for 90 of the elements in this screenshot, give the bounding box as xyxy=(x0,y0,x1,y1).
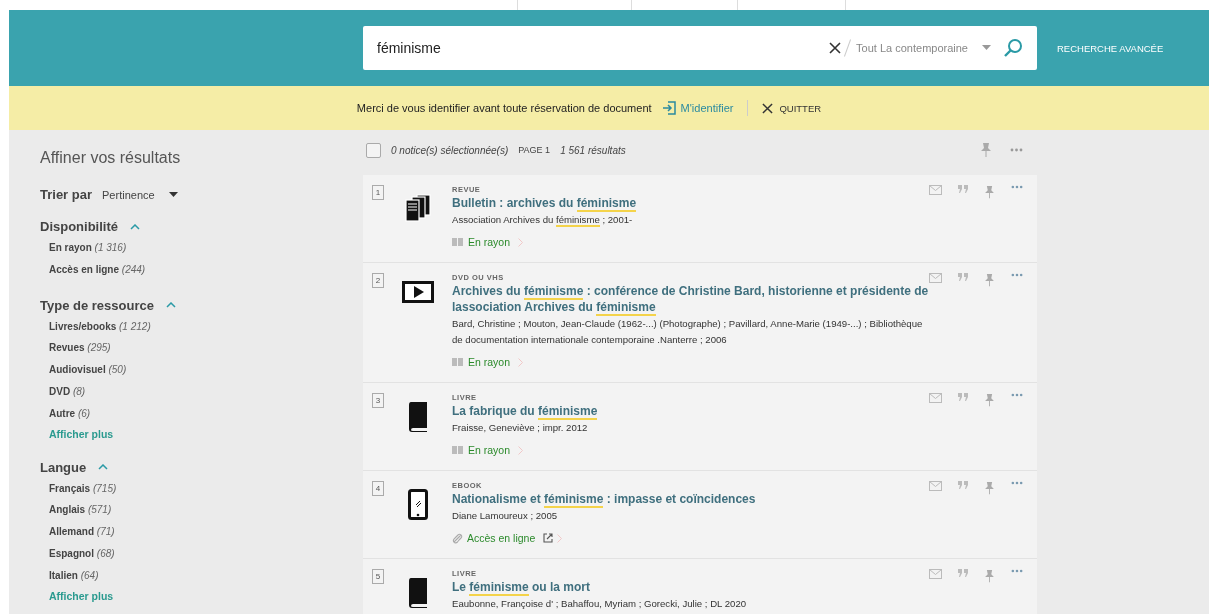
facet-item[interactable]: Italien (64) xyxy=(49,564,99,587)
facet-item[interactable]: Accès en ligne (244) xyxy=(49,258,146,281)
result-title[interactable]: La fabrique du féminisme xyxy=(452,403,929,419)
quote-icon[interactable] xyxy=(958,185,968,193)
sort-dropdown[interactable]: Pertinence xyxy=(102,188,178,201)
facet-item[interactable]: Anglais (571) xyxy=(49,499,112,522)
open-book-icon xyxy=(452,357,464,367)
sidebar-title: Affiner vos résultats xyxy=(40,149,182,167)
result-title[interactable]: Bulletin : archives du féminisme xyxy=(452,195,929,211)
selection-count: 0 notice(s) sélectionnée(s) xyxy=(391,144,509,156)
sort-label: Trier par xyxy=(40,187,93,202)
link-icon xyxy=(452,532,463,544)
result-details: Diane Lamoureux ; 2005 xyxy=(452,509,559,523)
result-number: 2 xyxy=(372,273,384,288)
external-link-icon xyxy=(543,533,554,543)
result-details: Association Archives du féminisme ; 2001- xyxy=(452,213,634,228)
result-details: Eaubonne, Françoise d' ; Bahaffou, Myriam ; Gorecki, Julie ; DL 2020 xyxy=(452,597,748,611)
mail-icon[interactable] xyxy=(929,393,942,403)
quit-link[interactable]: QUITTER xyxy=(762,102,822,114)
result-number: 4 xyxy=(372,481,384,496)
facet-item[interactable]: Espagnol (68) xyxy=(49,542,115,565)
login-icon xyxy=(661,101,676,115)
availability-link[interactable]: Accès en ligne xyxy=(467,532,536,544)
facet-item[interactable]: Audiovisuel (50) xyxy=(49,359,127,381)
more-icon[interactable] xyxy=(1011,481,1023,485)
quote-icon[interactable] xyxy=(958,481,968,489)
result-number: 1 xyxy=(372,185,384,200)
mail-icon[interactable] xyxy=(929,569,942,579)
mail-icon[interactable] xyxy=(929,481,942,491)
chevron-icon xyxy=(130,223,140,230)
mail-icon[interactable] xyxy=(929,273,942,283)
close-icon xyxy=(762,102,774,114)
mail-icon[interactable] xyxy=(929,185,942,195)
facet-header[interactable]: Disponibilité xyxy=(40,219,140,234)
search-icon[interactable] xyxy=(1003,38,1023,58)
pin-icon[interactable] xyxy=(984,273,995,287)
facet-item[interactable]: Autre (6) xyxy=(49,402,91,425)
result-details: Fraisse, Geneviève ; impr. 2012 xyxy=(452,421,589,435)
search-field[interactable]: féminisme xyxy=(377,40,830,56)
quote-icon[interactable] xyxy=(958,393,968,401)
availability-link[interactable]: En rayon xyxy=(468,356,511,368)
more-icon[interactable] xyxy=(1010,148,1023,152)
pin-icon[interactable] xyxy=(984,393,995,407)
more-icon[interactable] xyxy=(1011,273,1023,277)
quote-icon[interactable] xyxy=(958,273,968,281)
open-book-icon xyxy=(452,237,464,247)
chevron-icon xyxy=(165,302,176,309)
facet-item[interactable]: En rayon (1 316) xyxy=(49,237,127,259)
page-label: PAGE 1 xyxy=(518,145,551,155)
chevron-right-icon xyxy=(518,237,524,247)
caret-icon xyxy=(982,45,991,51)
select-all-checkbox[interactable] xyxy=(366,142,381,158)
result-title[interactable]: Le féminisme ou la mort xyxy=(452,579,929,595)
book-icon xyxy=(408,577,428,608)
availability-link[interactable]: En rayon xyxy=(468,444,511,456)
chevron-right-icon xyxy=(518,357,524,367)
open-book-icon xyxy=(452,445,464,455)
facet-item[interactable]: DVD (8) xyxy=(49,381,86,403)
clear-icon[interactable] xyxy=(829,42,842,54)
facet-header[interactable]: Type de ressource xyxy=(40,297,176,313)
more-icon[interactable] xyxy=(1011,185,1023,189)
pin-icon[interactable] xyxy=(984,569,995,583)
book-icon xyxy=(408,401,428,432)
facet-item[interactable]: Français (715) xyxy=(49,477,117,500)
magazines-icon xyxy=(403,193,433,223)
more-icon[interactable] xyxy=(1011,393,1023,397)
caret-icon xyxy=(168,191,178,198)
facet-item[interactable]: Revues (295) xyxy=(49,337,111,360)
facet-item[interactable]: Allemand (71) xyxy=(49,521,115,543)
availability-link[interactable]: En rayon xyxy=(468,236,511,248)
facet-header[interactable]: Langue xyxy=(40,459,109,475)
result-number: 3 xyxy=(372,393,384,408)
pin-icon[interactable] xyxy=(984,185,995,199)
facet-item[interactable]: Livres/ebooks (1 212) xyxy=(49,315,151,338)
result-details: Bard, Christine ; Mouton, Jean-Claude (1962-...) (Photographe) ; Pavillard, Anne-Marie (1949-...) ; Bibliothèque de documentation internationale contemporaine .Nanterre ; 2006 xyxy=(452,317,924,347)
result-number: 5 xyxy=(372,569,384,584)
chevron-right-icon xyxy=(518,445,524,455)
tablet-icon xyxy=(408,489,428,520)
pin-icon[interactable] xyxy=(980,142,992,158)
chevron-icon xyxy=(98,464,109,471)
scope-dropdown[interactable]: Tout La contemporaine xyxy=(856,42,991,54)
more-icon[interactable] xyxy=(1011,569,1023,573)
quote-icon[interactable] xyxy=(958,569,968,577)
results-count: 1 561 résultats xyxy=(560,144,626,156)
play-icon xyxy=(402,281,434,303)
result-title[interactable]: Archives du féminisme : conférence de Christine Bard, historienne et présidente de lassociation Archives du féminisme xyxy=(452,283,929,315)
chevron-right-icon xyxy=(557,533,563,543)
pin-icon[interactable] xyxy=(984,481,995,495)
login-message: Merci de vous identifier avant toute réservation de document xyxy=(356,102,652,114)
result-title[interactable]: Nationalisme et féminisme : impasse et coïncidences xyxy=(452,491,929,507)
